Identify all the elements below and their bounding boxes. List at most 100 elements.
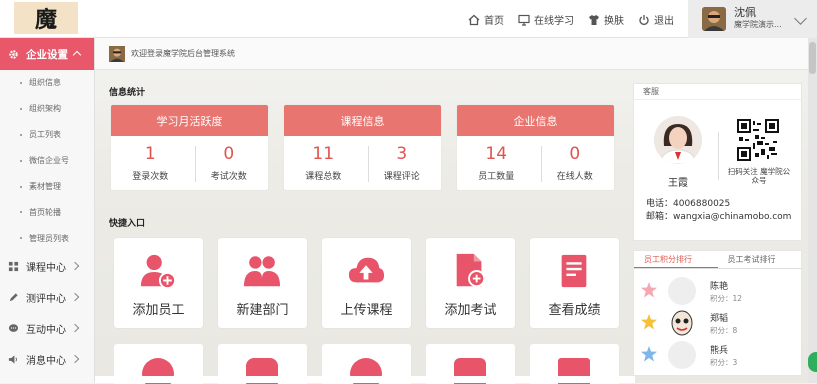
sidebar-item-assessment-center[interactable]: 测评中心 xyxy=(0,282,94,313)
add-employee-button[interactable]: 添加员工 xyxy=(114,238,203,328)
welcome-text: 欢迎登录魔学院后台管理系统 xyxy=(131,49,235,58)
chevron-right-icon xyxy=(70,323,80,333)
chevron-up-icon xyxy=(72,50,82,60)
sidebar-sub-org-info[interactable]: 组织信息 xyxy=(0,70,94,96)
stat-card-title: 企业信息 xyxy=(457,105,614,136)
chevron-right-icon xyxy=(70,354,80,364)
app-logo[interactable]: 魔 xyxy=(14,2,78,34)
add-exam-icon xyxy=(456,253,486,288)
home-icon xyxy=(468,14,480,25)
tile-label: 新建部门 xyxy=(236,303,289,318)
rank-name: 陈艳 xyxy=(710,282,729,292)
nav-logout-label: 退出 xyxy=(654,16,674,27)
agent-name: 王霞 xyxy=(668,178,688,189)
stats-section-title: 信息统计 xyxy=(109,88,146,98)
list-item[interactable]: 熊兵 积分：3 xyxy=(634,341,803,371)
sidebar-item-message-center[interactable]: 消息中心 xyxy=(0,344,94,375)
sidebar-item-course-center[interactable]: 课程中心 xyxy=(0,251,94,282)
qr-caption: 扫码关注 魔学院公众号 xyxy=(727,167,791,185)
divider xyxy=(368,146,369,182)
list-item[interactable]: 陈艳 积分：12 xyxy=(634,277,803,307)
user-org: 魔学院演示... xyxy=(734,20,782,29)
add-user-icon xyxy=(140,254,177,290)
user-name: 沈佩 xyxy=(734,6,756,19)
sidebar-item-interaction-center[interactable]: 互动中心 xyxy=(0,313,94,344)
nav-logout[interactable]: 退出 xyxy=(638,12,674,27)
rank-score: 积分：12 xyxy=(710,294,743,303)
service-email[interactable]: 邮箱：wangxia@chinamobo.com xyxy=(646,211,791,224)
stat-value: 3 xyxy=(396,144,408,164)
sidebar-sub-wechat[interactable]: 微信企业号 xyxy=(0,148,94,174)
chevron-down-icon[interactable] xyxy=(794,12,807,25)
tile-label: 上传课程 xyxy=(340,303,393,318)
stat-label: 考试次数 xyxy=(210,172,247,182)
speaker-icon xyxy=(8,355,17,364)
nav-home[interactable]: 首页 xyxy=(468,12,504,27)
avatar xyxy=(668,341,696,369)
stat-label: 在线人数 xyxy=(556,172,593,182)
add-exam-button[interactable]: 添加考试 xyxy=(426,238,515,328)
tile-label: 添加员工 xyxy=(132,303,185,318)
tab-points-ranking[interactable]: 员工积分排行 xyxy=(634,251,718,268)
stat-value: 0 xyxy=(569,144,581,164)
sidebar-item-enterprise-settings[interactable]: 企业设置 xyxy=(0,38,94,70)
stat-label: 课程评论 xyxy=(383,172,420,182)
avatar xyxy=(702,7,726,31)
sidebar-sub-label: 组织信息 xyxy=(29,78,61,88)
stat-card-title: 学习月活跃度 xyxy=(111,105,268,136)
avatar xyxy=(109,45,125,62)
grid-icon xyxy=(8,262,19,272)
stat-card-title: 课程信息 xyxy=(284,105,441,136)
chevron-right-icon xyxy=(70,292,80,302)
power-icon xyxy=(639,14,649,25)
new-department-button[interactable]: 新建部门 xyxy=(218,238,307,328)
qr-code[interactable] xyxy=(737,119,779,161)
sidebar-sub-carousel[interactable]: 首页轮播 xyxy=(0,199,94,225)
nav-online-learning[interactable]: 在线学习 xyxy=(518,12,574,27)
nav-home-label: 首页 xyxy=(484,16,504,27)
nav-online-learning-label: 在线学习 xyxy=(534,16,574,27)
view-scores-button[interactable]: 查看成绩 xyxy=(530,238,619,328)
sidebar-sub-org-structure[interactable]: 组织架构 xyxy=(0,96,94,122)
stat-card-activity: 学习月活跃度 1 登录次数 0 考试次数 xyxy=(111,105,268,190)
agent-avatar xyxy=(654,116,702,164)
panel-title: 客服 xyxy=(634,84,801,100)
sidebar-sub-admin-list[interactable]: 管理员列表 xyxy=(0,225,94,251)
scrollbar[interactable] xyxy=(808,38,817,383)
stat-card-enterprise: 企业信息 14 员工数量 0 在线人数 xyxy=(457,105,614,190)
tile-label: 查看成绩 xyxy=(548,303,601,318)
quick-section-title: 快捷入口 xyxy=(109,219,146,229)
medal-icon xyxy=(641,346,657,362)
sidebar-sub-materials[interactable]: 素材管理 xyxy=(0,174,94,200)
chevron-right-icon xyxy=(70,261,80,271)
medal-icon xyxy=(641,282,657,298)
sidebar-sub-label: 首页轮播 xyxy=(29,207,61,217)
tab-exam-ranking[interactable]: 员工考试排行 xyxy=(718,251,802,268)
rank-name: 郑韬 xyxy=(710,314,729,324)
group-icon xyxy=(243,256,281,287)
avatar xyxy=(668,309,696,337)
float-chat-button[interactable] xyxy=(808,352,817,372)
sidebar-sub-label: 微信企业号 xyxy=(29,156,69,166)
stat-value: 0 xyxy=(223,144,235,164)
medal-icon xyxy=(641,314,657,330)
customer-service-panel: 客服 王霞 扫码关注 魔学院公众号 电话：4006880025 邮箱：wangx… xyxy=(633,83,802,241)
upload-course-button[interactable]: 上传课程 xyxy=(322,238,411,328)
sidebar-sub-employee-list[interactable]: 员工列表 xyxy=(0,122,94,148)
top-header: 魔 首页 在线学习 换肤 退出 沈佩 魔学院演示... xyxy=(0,0,817,38)
user-menu[interactable]: 沈佩 魔学院演示... xyxy=(688,0,817,38)
divider xyxy=(195,146,196,182)
sidebar-item-label: 企业设置 xyxy=(26,48,68,61)
service-phone: 电话：4006880025 xyxy=(646,199,731,209)
sidebar-item-label: 互动中心 xyxy=(26,325,66,337)
monitor-icon xyxy=(518,14,530,26)
bottom-strip xyxy=(95,376,635,383)
ranking-panel: 员工积分排行 员工考试排行 陈艳 积分：12 郑韬 积分：8 熊兵 积分：3 xyxy=(633,250,802,376)
sidebar-sub-label: 管理员列表 xyxy=(29,233,69,243)
tile-label: 添加考试 xyxy=(444,303,497,318)
list-item[interactable]: 郑韬 积分：8 xyxy=(634,309,803,339)
scrollbar-thumb[interactable] xyxy=(809,42,816,74)
stat-label: 登录次数 xyxy=(132,172,169,182)
stat-label: 课程总数 xyxy=(305,172,342,182)
nav-skin[interactable]: 换肤 xyxy=(588,12,624,27)
